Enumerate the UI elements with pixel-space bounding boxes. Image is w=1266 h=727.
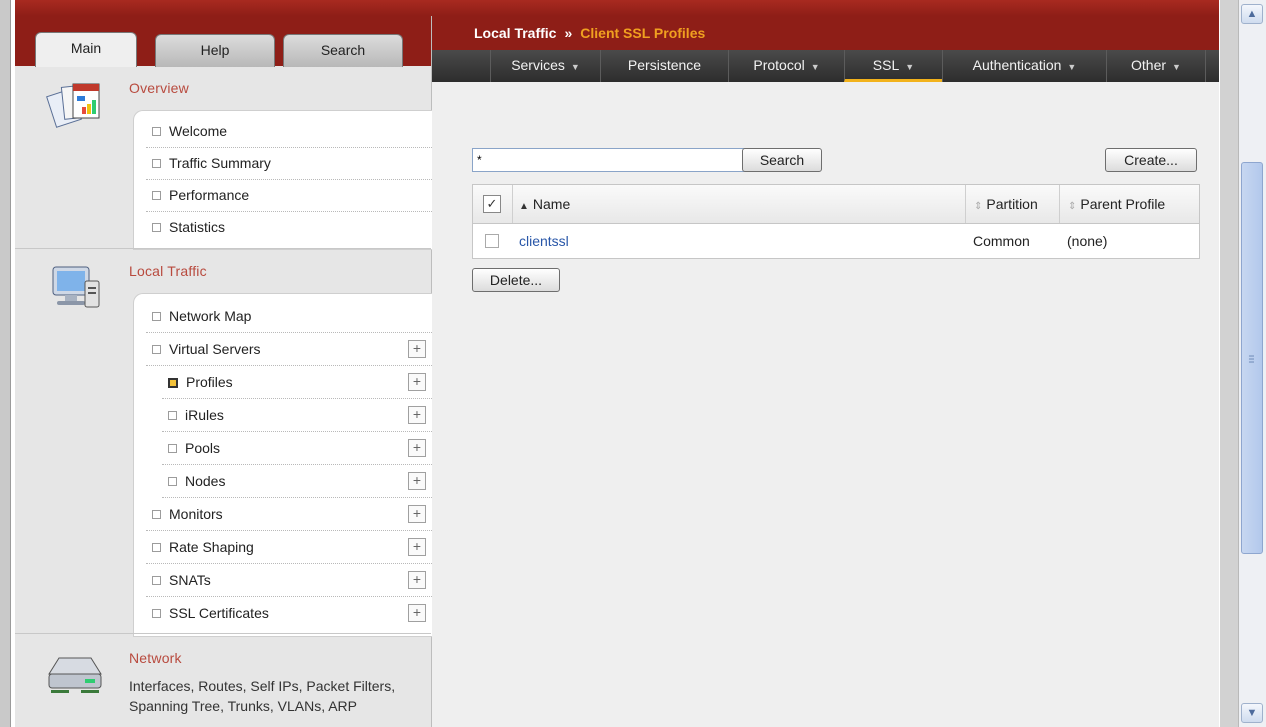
network-title: Network [129,650,182,666]
bullet-icon [152,609,161,619]
nav-item-virtual-servers[interactable]: Virtual Servers + [146,333,432,366]
profile-name-link[interactable]: clientssl [519,224,569,258]
add-profile-button[interactable]: + [408,373,426,391]
app-window: Main Help Search Overview Welcome Traffi… [15,0,1219,727]
vertical-scrollbar[interactable]: ▲ ═ ═ ═ ▼ [1238,0,1266,727]
local-traffic-section: Local Traffic Network Map Virtual Server… [15,249,434,637]
sub-menu-bar: Services ▼ Persistence Protocol ▼ SSL ▼ Aut… [432,50,1219,82]
create-button[interactable]: Create... [1105,148,1197,172]
bullet-icon [152,223,161,233]
caret-down-icon: ▼ [810,62,820,72]
network-description[interactable]: Interfaces, Routes, Self IPs, Packet Fil… [129,676,419,716]
sort-ascending-icon: ▲ [519,201,529,212]
scroll-up-arrow-icon[interactable]: ▲ [1241,4,1263,24]
add-snat-button[interactable]: + [408,571,426,589]
bullet-icon [152,191,161,201]
caret-down-icon: ▼ [905,62,915,72]
main-tab-bar: Main Help Search [15,16,431,67]
bullet-icon [152,576,161,586]
nav-item-statistics[interactable]: Statistics [146,211,432,243]
breadcrumb-local-traffic[interactable]: Local Traffic [474,25,556,41]
bullet-icon [152,543,161,553]
tab-main[interactable]: Main [35,32,137,67]
column-header-parent-profile[interactable]: ⇕ Parent Profile [1059,185,1199,223]
nav-item-irules[interactable]: iRules + [162,399,432,432]
column-header-name[interactable]: ▲ Name [513,185,965,223]
add-ssl-certificate-button[interactable]: + [408,604,426,622]
row-checkbox[interactable] [485,234,499,248]
breadcrumb: Local Traffic » Client SSL Profiles [432,16,1219,50]
nav-item-snats[interactable]: SNATs + [146,564,432,597]
grip-icon: ═ ═ ═ [1249,353,1254,366]
menu-other[interactable]: Other ▼ [1106,50,1206,82]
overview-section: Overview Welcome Traffic Summary Perform… [15,66,434,250]
table-row: clientssl Common (none) [473,224,1199,258]
nav-item-traffic-summary[interactable]: Traffic Summary [146,147,432,180]
overview-title: Overview [129,80,189,96]
search-input[interactable] [472,148,750,172]
breadcrumb-separator: » [564,25,573,41]
caret-down-icon: ▼ [1172,62,1181,72]
computer-icon [52,266,100,308]
bullet-icon [152,510,161,520]
nav-item-rate-shaping[interactable]: Rate Shaping + [146,531,432,564]
add-monitor-button[interactable]: + [408,505,426,523]
nav-item-profiles[interactable]: Profiles + [162,366,432,399]
menu-services[interactable]: Services ▼ [490,50,600,82]
nav-item-network-map[interactable]: Network Map [146,300,432,333]
bullet-selected-icon [168,377,178,388]
sort-icon: ⇕ [974,201,983,212]
select-all-header: ✓ [473,185,513,223]
caret-down-icon: ▼ [570,62,580,72]
table-header: ✓ ▲ Name ⇕ Partition ⇕ Parent Profile [473,185,1199,224]
nav-item-monitors[interactable]: Monitors + [146,498,432,531]
tab-search[interactable]: Search [283,34,403,67]
search-button[interactable]: Search [742,148,822,172]
nav-item-welcome[interactable]: Welcome [146,115,432,148]
bullet-icon [152,127,161,137]
nav-item-ssl-certificates[interactable]: SSL Certificates + [146,597,432,629]
left-nav-panel: Main Help Search Overview Welcome Traffi… [15,16,434,727]
menu-ssl[interactable]: SSL ▼ [844,50,942,82]
bullet-icon [168,444,177,454]
local-traffic-title: Local Traffic [129,263,207,279]
menu-persistence[interactable]: Persistence [600,50,728,82]
top-header-strip [15,0,1219,16]
column-header-partition[interactable]: ⇕ Partition [965,185,1059,223]
caret-down-icon: ▼ [1067,62,1077,72]
nav-item-performance[interactable]: Performance [146,179,432,212]
bullet-icon [168,477,177,487]
add-node-button[interactable]: + [408,472,426,490]
scrollbar-thumb[interactable]: ═ ═ ═ [1241,162,1263,554]
menu-protocol[interactable]: Protocol ▼ [728,50,844,82]
add-rate-shaping-button[interactable]: + [408,538,426,556]
add-irule-button[interactable]: + [408,406,426,424]
tab-help[interactable]: Help [155,34,275,67]
partition-cell: Common [973,233,1030,249]
local-traffic-nav-list: Network Map Virtual Servers + Profiles +… [133,293,434,637]
profiles-table: ✓ ▲ Name ⇕ Partition ⇕ Parent Profile clien… [472,184,1200,259]
overview-nav-list: Welcome Traffic Summary Performance Stat… [133,110,434,250]
nav-item-pools[interactable]: Pools + [162,432,432,465]
window-frame-left [0,0,11,727]
delete-button[interactable]: Delete... [472,268,560,292]
sort-icon: ⇕ [1068,201,1077,212]
bullet-icon [152,159,161,169]
nav-item-nodes[interactable]: Nodes + [162,465,432,498]
bullet-icon [152,312,161,322]
add-virtual-server-button[interactable]: + [408,340,426,358]
menu-authentication[interactable]: Authentication ▼ [942,50,1106,82]
scroll-down-arrow-icon[interactable]: ▼ [1241,703,1263,723]
parent-profile-cell: (none) [1067,233,1108,249]
content-panel: Local Traffic » Client SSL Profiles Servic… [432,16,1219,727]
network-device-icon [48,657,102,693]
bullet-icon [152,345,161,355]
overview-icon [46,83,100,128]
breadcrumb-current-page: Client SSL Profiles [580,25,706,41]
add-pool-button[interactable]: + [408,439,426,457]
bullet-icon [168,411,177,421]
select-all-checkbox[interactable]: ✓ [483,195,501,213]
